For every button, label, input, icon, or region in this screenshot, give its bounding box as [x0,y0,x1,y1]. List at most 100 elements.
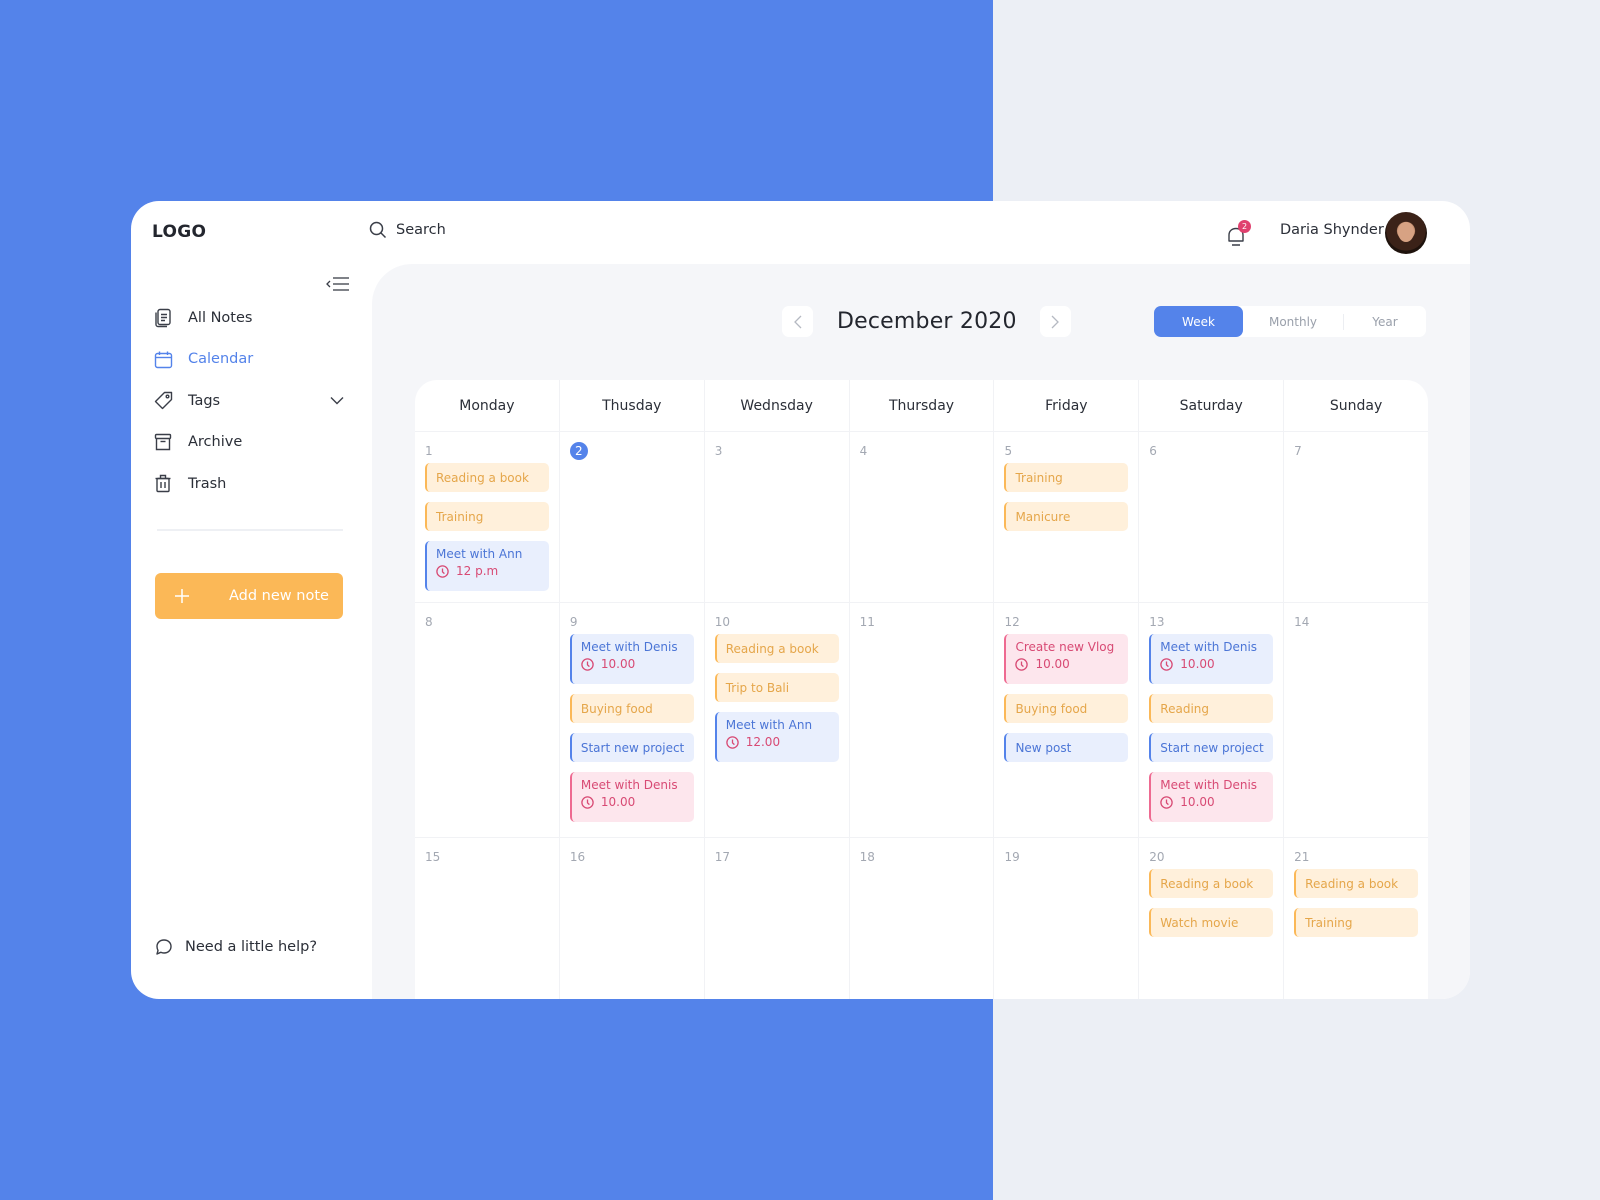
event-title: Manicure [1015,509,1071,524]
event-title: Training [1305,915,1353,930]
day-cell[interactable]: 17 [703,838,849,999]
day-cell[interactable]: 20 Reading a book Watch movie [1138,838,1283,999]
event-chip[interactable]: Trip to Bali [714,673,839,702]
sidebar-nav: All Notes Calendar Tags Archive Trash [153,297,344,505]
event-chip[interactable]: Watch movie [1149,908,1274,937]
day-number-text: 15 [425,850,441,864]
weekday-header: Monday [459,397,515,414]
day-cell[interactable]: 8 [415,603,559,837]
day-cell[interactable]: 2 [558,432,704,602]
event-chip[interactable]: Training [1004,463,1129,492]
event-chip[interactable]: Meet with Denis 10.00 [569,772,694,822]
day-cell[interactable]: 11 [848,603,994,837]
event-chip[interactable]: Start new project [1149,733,1274,762]
event-chip[interactable]: Training [425,502,549,531]
day-cell[interactable]: 7 [1283,432,1428,602]
search-icon [369,221,387,239]
day-cell[interactable]: 5 Training Manicure [993,432,1138,602]
event-chip[interactable]: Meet with Denis 10.00 [1149,772,1274,822]
next-month-button[interactable] [1039,306,1071,337]
search-box[interactable]: Search [369,221,446,239]
event-title: Reading a book [1305,876,1399,891]
day-cell[interactable]: 4 [848,432,994,602]
day-cell[interactable]: 13 Meet with Denis 10.00 Reading Start new p… [1138,603,1283,837]
event-chip[interactable]: Training [1294,908,1419,937]
add-new-note-button[interactable]: Add new note [155,573,343,619]
event-chip[interactable]: Start new project [569,733,694,762]
event-chip[interactable]: Reading [1149,694,1274,723]
main-content: December 2020 Week Monthly Year Monday Th… [372,264,1470,999]
event-chip[interactable]: Reading a book [714,634,839,663]
calendar-grid: Monday Thusday Wednsday Thursday Friday Satur… [415,380,1428,999]
weekday-header: Thusday [558,380,704,431]
event-chip[interactable]: Create new Vlog 10.00 [1004,634,1129,684]
event-chip[interactable]: Meet with Ann 12 p.m [425,541,549,591]
day-cell[interactable]: 1 Reading a book Training Meet with Ann 12 p… [415,432,559,602]
event-chip[interactable]: Buying food [1004,694,1129,723]
prev-month-button[interactable] [782,306,813,337]
day-number-text: 5 [1004,444,1013,458]
chevron-down-icon[interactable] [330,393,344,409]
clock-icon [1160,657,1174,671]
event-chip[interactable]: Manicure [1004,502,1129,531]
event-title: Start new project [1160,740,1264,755]
event-title: Reading a book [436,470,529,485]
day-cell[interactable]: 18 [848,838,994,999]
event-chip[interactable]: Reading a book [1294,869,1419,898]
event-chip[interactable]: Meet with Denis 10.00 [1149,634,1274,684]
day-number-text: 6 [1149,444,1157,458]
sidebar-item-calendar[interactable]: Calendar [153,339,343,381]
weekday-header: Thursday [848,380,994,431]
clock-icon [581,657,594,671]
sidebar-item-trash[interactable]: Trash [153,463,343,505]
event-chip[interactable]: Reading a book [425,463,549,492]
sidebar-item-all-notes[interactable]: All Notes [153,297,343,339]
sidebar-item-label: All Notes [188,309,253,326]
notifications-button[interactable]: 2 [1224,220,1252,249]
event-chip[interactable]: Buying food [569,694,694,723]
day-number-text: 21 [1294,850,1310,864]
week-row: 8 9 Meet with Denis 10.00 Buying food Start n… [415,603,1428,838]
day-cell[interactable]: 6 [1138,432,1283,602]
sidebar-divider [157,529,343,531]
event-chip[interactable]: Meet with Ann 12.00 [714,712,839,762]
search-input[interactable]: Search [396,222,446,238]
day-cell[interactable]: 9 Meet with Denis 10.00 Buying food Start ne… [558,603,704,837]
tab-monthly[interactable]: Monthly [1243,306,1343,337]
event-chip[interactable]: Reading a book [1149,869,1274,898]
event-title: Meet with Denis [1160,640,1258,654]
day-cell[interactable]: 19 [993,838,1138,999]
today-date-badge: 2 [569,442,694,460]
clock-icon [725,735,739,749]
user-avatar[interactable] [1385,212,1427,254]
collapse-sidebar-button[interactable] [325,274,351,294]
week-row: 1 Reading a book Training Meet with Ann 12 p… [415,432,1428,603]
day-cell[interactable]: 10 Reading a book Trip to Bali Meet with An… [703,603,849,837]
clock-icon [1015,657,1029,671]
event-time-text: 10.00 [600,795,636,809]
event-chip[interactable]: Meet with Denis 10.00 [569,634,694,684]
day-cell[interactable]: 12 Create new Vlog 10.00 Buying food New pos… [993,603,1138,837]
help-link[interactable]: Need a little help? [155,938,317,956]
day-cell[interactable]: 14 [1283,603,1428,837]
event-title: Buying food [580,701,653,716]
day-number-text: 11 [859,615,875,629]
day-cell[interactable]: 21 Reading a book Training [1283,838,1428,999]
day-cell[interactable]: 16 [558,838,704,999]
event-chip[interactable]: New post [1004,733,1129,762]
plus-icon [155,588,209,604]
event-time-text: 12 p.m [456,564,499,578]
tab-week[interactable]: Week [1154,306,1243,337]
day-number: 12 [1004,613,1128,631]
event-title: Trip to Bali [725,680,790,695]
user-name[interactable]: Daria Shynder [1280,222,1384,238]
view-toggle: Week Monthly Year [1154,306,1426,337]
day-cell[interactable]: 3 [703,432,849,602]
sidebar-item-tags[interactable]: Tags [153,380,344,422]
sidebar-item-archive[interactable]: Archive [153,422,343,464]
day-number: 16 [570,848,694,866]
event-title: Reading a book [1160,876,1254,891]
tab-year[interactable]: Year [1344,306,1426,337]
event-title: Meet with Ann [725,718,813,732]
day-cell[interactable]: 15 [415,838,559,999]
